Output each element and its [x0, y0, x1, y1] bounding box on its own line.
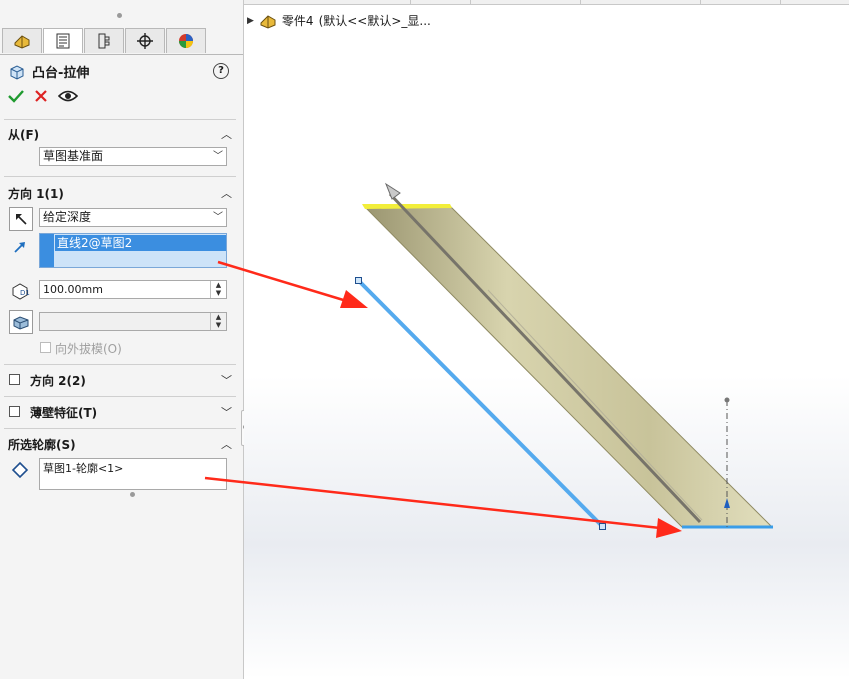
model-graphics	[204, 182, 774, 538]
extruded-body[interactable]	[362, 205, 774, 528]
sketch-line-endpoint[interactable]	[599, 523, 606, 530]
annotation-arrow-2	[204, 476, 661, 530]
sketch-line-endpoint[interactable]	[355, 277, 362, 284]
centerline-endpoint[interactable]	[724, 397, 730, 403]
slab-edge-highlight	[487, 289, 703, 521]
annotation-arrowhead-1	[340, 290, 368, 308]
annotation-arrow-1	[217, 260, 351, 304]
direction-arrowhead-icon[interactable]	[384, 182, 401, 200]
